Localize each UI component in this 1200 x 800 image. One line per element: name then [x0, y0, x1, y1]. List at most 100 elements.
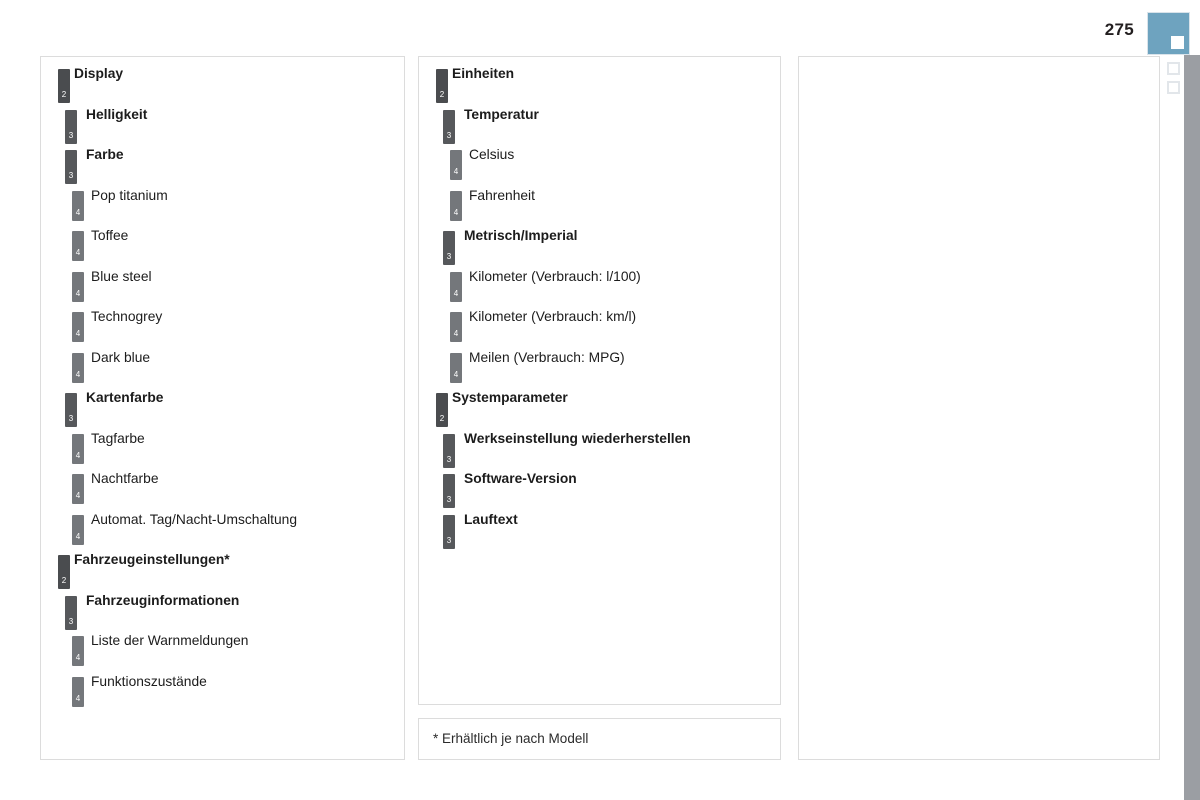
toc-entry[interactable]: 4 Nachtfarbe	[41, 471, 404, 512]
page-number: 275	[1104, 20, 1134, 39]
toc-level-number: 4	[75, 329, 81, 338]
toc-level-marker: 4	[72, 514, 84, 545]
toc-entry[interactable]: 4 Fahrenheit	[419, 188, 780, 229]
toc-level-number: 3	[446, 130, 452, 140]
toc-entry[interactable]: 4 Automat. Tag/Nacht-Umschaltung	[41, 512, 404, 553]
toc-level-number: 3	[446, 535, 452, 545]
toc-entry[interactable]: 4 Toffee	[41, 228, 404, 269]
toc-level-marker: 4	[72, 676, 84, 707]
toc-entry[interactable]: 3 Helligkeit	[41, 107, 404, 148]
toc-entry[interactable]: 3 Fahrzeuginformationen	[41, 593, 404, 634]
toc-level-marker: 3	[443, 433, 455, 468]
toc-entry[interactable]: 4 Meilen (Verbrauch: MPG)	[419, 350, 780, 391]
toc-entry-label: Technogrey	[91, 309, 163, 324]
toc-level-number: 4	[75, 207, 81, 217]
toc-entry[interactable]: 4 Tagfarbe	[41, 431, 404, 472]
toc-entry-label: Farbe	[86, 147, 124, 162]
toc-level-marker: 4	[72, 231, 84, 261]
toc-level-number: 4	[453, 207, 459, 217]
toc-level-number: 4	[75, 288, 81, 298]
toc-entry-label: Lauftext	[464, 511, 518, 527]
toc-level-number: 3	[446, 495, 452, 504]
right-edge-band	[1184, 55, 1200, 800]
toc-level-marker: 3	[443, 109, 455, 144]
toc-list-middle: 2 Einheiten 3 Temperatur 4 Celsius 4 Fahrenheit…	[419, 66, 780, 713]
toc-level-marker: 4	[450, 190, 462, 221]
toc-entry-label: Celsius	[469, 147, 515, 162]
toc-entry-label: Automat. Tag/Nacht-Umschaltung	[91, 511, 298, 527]
toc-entry[interactable]: 3 Werkseinstellung wiederherstellen	[419, 431, 780, 472]
toc-level-marker: 4	[450, 150, 462, 180]
toc-entry-label: Toffee	[91, 228, 129, 243]
toc-entry[interactable]: 3 Farbe	[41, 147, 404, 188]
toc-level-marker: 4	[72, 271, 84, 302]
toc-entry-label: Systemparameter	[452, 390, 568, 405]
toc-entry[interactable]: 4 Pop titanium	[41, 188, 404, 229]
chapter-tab-box-2[interactable]	[1167, 81, 1180, 94]
toc-entry[interactable]: 4 Liste der Warnmeldungen	[41, 633, 404, 674]
chapter-tab-active[interactable]	[1147, 12, 1190, 55]
toc-level-number: 4	[75, 248, 81, 257]
toc-level-number: 4	[453, 369, 459, 379]
toc-entry-label: Kilometer (Verbrauch: km/l)	[469, 309, 637, 324]
toc-entry[interactable]: 3 Metrisch/Imperial	[419, 228, 780, 269]
toc-entry-label: Software-Version	[464, 471, 577, 486]
toc-entry-label: Nachtfarbe	[91, 471, 159, 486]
toc-level-marker: 4	[450, 352, 462, 383]
toc-entry-label: Fahrzeuginformationen	[86, 592, 240, 608]
toc-entry[interactable]: 3 Lauftext	[419, 512, 780, 553]
toc-level-marker: 3	[443, 231, 455, 265]
toc-entry-label: Meilen (Verbrauch: MPG)	[469, 349, 625, 365]
toc-entry[interactable]: 4 Celsius	[419, 147, 780, 188]
toc-level-marker: 3	[443, 514, 455, 549]
toc-level-number: 3	[68, 414, 74, 423]
chapter-tab-inner-square	[1171, 36, 1184, 49]
toc-column-left: 2 Display 3 Helligkeit 3 Farbe 4 Pop titanium 4 T…	[40, 56, 405, 760]
toc-level-number: 4	[75, 369, 81, 379]
toc-entry[interactable]: 2 Display	[41, 66, 404, 107]
toc-level-marker: 4	[72, 352, 84, 383]
toc-level-number: 4	[75, 450, 81, 460]
toc-entry-label: Kartenfarbe	[86, 390, 164, 405]
toc-entry[interactable]: 2 Fahrzeugeinstellungen*	[41, 552, 404, 593]
toc-level-marker: 3	[65, 595, 77, 630]
toc-entry[interactable]: 3 Temperatur	[419, 107, 780, 148]
toc-level-marker: 4	[72, 474, 84, 504]
toc-entry[interactable]: 4 Dark blue	[41, 350, 404, 391]
toc-entry-label: Helligkeit	[86, 106, 148, 122]
chapter-tab-box-1[interactable]	[1167, 62, 1180, 75]
toc-level-marker: 2	[58, 555, 70, 589]
toc-level-marker: 2	[436, 393, 448, 427]
toc-level-number: 4	[453, 288, 459, 298]
toc-entry-label: Blue steel	[91, 268, 152, 284]
toc-level-marker: 4	[72, 433, 84, 464]
toc-entry[interactable]: 3 Software-Version	[419, 471, 780, 512]
toc-level-marker: 2	[58, 69, 70, 103]
toc-level-marker: 2	[436, 69, 448, 103]
toc-level-number: 3	[68, 171, 74, 180]
toc-entry[interactable]: 2 Systemparameter	[419, 390, 780, 431]
toc-entry[interactable]: 3 Kartenfarbe	[41, 390, 404, 431]
toc-level-marker: 4	[72, 190, 84, 221]
toc-entry[interactable]: 4 Blue steel	[41, 269, 404, 310]
toc-entry-label: Pop titanium	[91, 187, 168, 203]
toc-entry-label: Fahrenheit	[469, 187, 535, 203]
toc-level-number: 4	[75, 491, 81, 500]
toc-entry-label: Einheiten	[452, 66, 515, 81]
toc-level-number: 4	[75, 531, 81, 541]
footnote-text: * Erhältlich je nach Modell	[433, 731, 589, 746]
toc-entry[interactable]: 4 Kilometer (Verbrauch: l/100)	[419, 269, 780, 310]
toc-level-number: 4	[453, 167, 459, 176]
toc-entry[interactable]: 2 Einheiten	[419, 66, 780, 107]
toc-entry[interactable]: 4 Kilometer (Verbrauch: km/l)	[419, 309, 780, 350]
toc-level-marker: 4	[450, 312, 462, 342]
toc-level-number: 4	[75, 693, 81, 703]
toc-entry[interactable]: 4 Funktionszustände	[41, 674, 404, 715]
toc-level-number: 3	[446, 454, 452, 464]
toc-entry[interactable]: 4 Technogrey	[41, 309, 404, 350]
toc-entry-label: Kilometer (Verbrauch: l/100)	[469, 268, 641, 284]
toc-entry-label: Fahrzeugeinstellungen*	[74, 552, 230, 567]
toc-entry-label: Temperatur	[464, 106, 539, 122]
toc-list-left: 2 Display 3 Helligkeit 3 Farbe 4 Pop titanium 4 T…	[41, 66, 404, 768]
footnote-box: * Erhältlich je nach Modell	[418, 718, 781, 760]
